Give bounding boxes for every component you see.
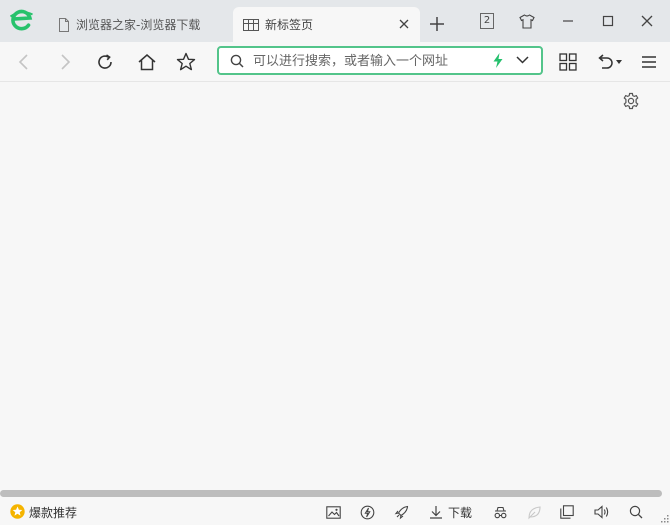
back-button[interactable] [13, 51, 35, 73]
search-icon [230, 54, 244, 68]
download-button[interactable]: 下载 [429, 499, 475, 525]
forward-button[interactable] [54, 51, 76, 73]
speaker-icon [593, 505, 608, 519]
forward-icon [61, 54, 71, 70]
night-mode-button[interactable] [526, 504, 542, 520]
windows-icon [560, 505, 574, 519]
resize-grip-icon[interactable] [660, 514, 669, 523]
tshirt-icon [519, 13, 535, 29]
star-icon [176, 52, 196, 71]
skin-button[interactable] [517, 11, 537, 31]
screenshot-button[interactable] [325, 504, 341, 520]
page-icon [59, 17, 69, 32]
hot-recommend-button[interactable]: 爆款推荐 [10, 499, 90, 525]
address-bar[interactable] [217, 46, 543, 75]
settings-gear-icon[interactable] [622, 92, 640, 110]
tab-title: 浏览器之家-浏览器下载 [76, 18, 201, 32]
sound-button[interactable] [593, 504, 609, 520]
tab-count-badge: 2 [480, 13, 494, 29]
hot-recommend-label: 爆款推荐 [29, 506, 78, 520]
leaf-icon [527, 505, 541, 519]
horizontal-scrollbar[interactable] [0, 490, 662, 497]
home-icon [138, 54, 156, 71]
close-button[interactable] [637, 11, 657, 31]
status-bar: 爆款推荐 下载 [0, 499, 670, 525]
chevron-down-icon[interactable] [516, 56, 529, 64]
speed-button[interactable] [359, 504, 375, 520]
window-switch-button[interactable] [559, 504, 575, 520]
minimize-button[interactable] [558, 11, 578, 31]
home-button[interactable] [136, 51, 158, 73]
favorite-button[interactable] [175, 51, 197, 73]
close-icon [641, 15, 653, 27]
new-tab-page [0, 82, 670, 488]
magnifier-icon [629, 505, 643, 519]
hamburger-icon [642, 56, 656, 68]
rocket-icon [394, 505, 408, 519]
app-grid-button[interactable] [557, 51, 579, 73]
lightning-icon[interactable] [493, 53, 503, 68]
new-tab-icon[interactable] [428, 15, 446, 33]
tab-count-button[interactable]: 2 [477, 11, 497, 31]
incognito-icon [494, 506, 506, 518]
download-label: 下载 [448, 506, 473, 520]
tab-title: 新标签页 [265, 18, 314, 32]
download-icon [430, 506, 442, 519]
star-badge-icon [10, 504, 25, 519]
speed-icon [360, 505, 374, 519]
refresh-button[interactable] [94, 51, 116, 73]
undo-button[interactable] [593, 51, 625, 73]
tab-new-tab[interactable]: 新标签页 [233, 7, 420, 42]
undo-icon [598, 54, 613, 69]
incognito-button[interactable] [492, 504, 508, 520]
grid-icon [559, 53, 577, 71]
image-icon [325, 505, 341, 519]
grid-page-icon [243, 18, 259, 31]
accelerate-button[interactable] [393, 504, 409, 520]
caret-down-icon [616, 60, 622, 64]
title-bar: 浏览器之家-浏览器下载 新标签页 2 [0, 0, 670, 42]
maximize-icon [602, 15, 614, 27]
tab-browser-home[interactable]: 浏览器之家-浏览器下载 [50, 7, 226, 42]
address-input[interactable] [253, 52, 483, 70]
minimize-icon [563, 20, 573, 22]
maximize-button[interactable] [598, 11, 618, 31]
browser-logo-icon [9, 9, 33, 31]
refresh-icon [98, 54, 112, 69]
tab-close-icon[interactable] [398, 18, 410, 30]
find-button[interactable] [628, 504, 644, 520]
menu-button[interactable] [638, 51, 660, 73]
back-icon [18, 54, 28, 70]
